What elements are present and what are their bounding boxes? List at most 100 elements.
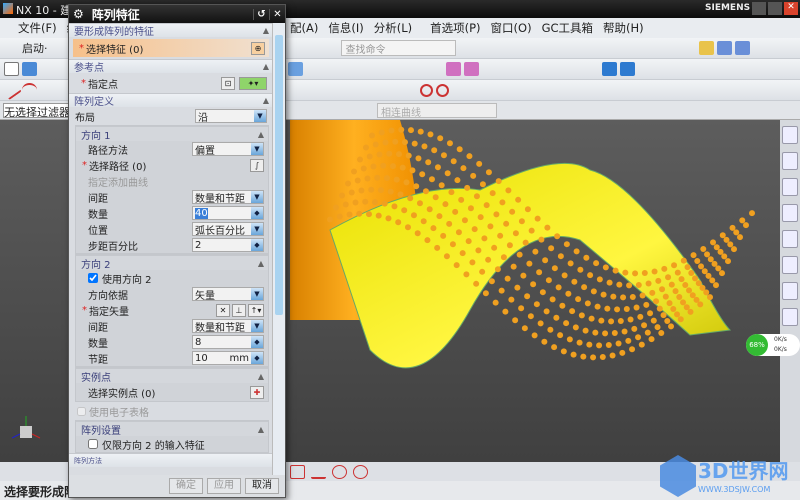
- stepper-icon[interactable]: ◆: [251, 352, 263, 364]
- feature-select-icon[interactable]: ⊕: [251, 41, 265, 55]
- point-type-dropdown[interactable]: ✦▾: [239, 76, 267, 90]
- view-icon[interactable]: [602, 62, 617, 76]
- collapse-icon[interactable]: ▲: [258, 372, 264, 381]
- menu-file[interactable]: 文件(F): [18, 20, 57, 36]
- line-icon[interactable]: [311, 465, 326, 479]
- navigator-tab[interactable]: [782, 126, 798, 144]
- reuse-library-tab[interactable]: [782, 204, 798, 222]
- collapse-icon[interactable]: ▲: [258, 259, 264, 268]
- menu-window[interactable]: 窗口(O): [491, 20, 532, 36]
- search-command-input[interactable]: 查找命令: [340, 40, 456, 56]
- menu-info[interactable]: 信息(I): [328, 20, 363, 36]
- roles-tab[interactable]: [782, 282, 798, 300]
- system-materials-tab[interactable]: [782, 308, 798, 326]
- sketch-icon[interactable]: [4, 62, 19, 76]
- position-dropdown[interactable]: 弧长百分比 ▼: [192, 222, 264, 237]
- surface-icon[interactable]: [734, 41, 750, 55]
- vector-type-dropdown[interactable]: ↑▾: [248, 303, 264, 317]
- only-dir2-checkbox[interactable]: [88, 439, 98, 449]
- chevron-down-icon[interactable]: ▼: [254, 110, 266, 122]
- snap-icon[interactable]: [290, 464, 305, 479]
- reverse-icon[interactable]: ✕: [216, 303, 230, 317]
- pattern-instance: [356, 210, 363, 217]
- feature-icon[interactable]: [698, 41, 714, 55]
- collapse-icon[interactable]: ▲: [263, 62, 269, 71]
- extrude-icon[interactable]: [288, 62, 303, 76]
- history-tab[interactable]: [782, 230, 798, 248]
- point-select-icon[interactable]: ✚: [250, 385, 264, 399]
- part-navigator-tab[interactable]: [782, 152, 798, 170]
- chevron-down-icon[interactable]: ▼: [251, 223, 263, 235]
- collapse-icon[interactable]: ▲: [258, 130, 264, 139]
- use-spreadsheet-checkbox[interactable]: [77, 406, 86, 416]
- circle-icon[interactable]: [436, 83, 449, 97]
- menu-assembly[interactable]: 配(A): [290, 20, 318, 36]
- assembly-navigator-tab[interactable]: [782, 178, 798, 196]
- menu-help[interactable]: 帮助(H): [603, 20, 644, 36]
- dialog-title-bar[interactable]: ⚙ 阵列特征 ↺ ✕: [69, 5, 285, 23]
- stepper-icon[interactable]: ◆: [251, 207, 263, 219]
- section-features[interactable]: 要形成阵列的特征 ▲: [69, 23, 273, 38]
- boolean-icon[interactable]: [464, 62, 479, 76]
- circle-icon[interactable]: [332, 464, 347, 479]
- stepper-icon[interactable]: ◆: [251, 336, 263, 348]
- section-definition[interactable]: 阵列定义 ▲: [69, 93, 273, 108]
- web-browser-tab[interactable]: [782, 256, 798, 274]
- chevron-down-icon[interactable]: ▼: [251, 143, 263, 155]
- selection-filter-dropdown[interactable]: 无选择过滤器: [3, 103, 69, 118]
- restore-button[interactable]: [768, 2, 782, 15]
- count-input[interactable]: 8 ◆: [192, 335, 264, 349]
- stepper-icon[interactable]: ◆: [251, 239, 263, 251]
- chevron-down-icon[interactable]: ▼: [251, 191, 263, 203]
- chevron-down-icon[interactable]: ▼: [251, 320, 263, 332]
- boolean-icon[interactable]: [446, 62, 461, 76]
- point-icon[interactable]: [353, 464, 368, 479]
- select-instance-label[interactable]: 选择实例点 (0): [88, 385, 155, 400]
- vector-dialog-icon[interactable]: ⊥: [232, 303, 246, 317]
- menu-analysis[interactable]: 分析(L): [374, 20, 412, 36]
- spacing-dropdown[interactable]: 数量和节距 ▼: [192, 319, 264, 334]
- specify-vector-label[interactable]: 指定矢量: [89, 303, 129, 318]
- apply-button[interactable]: 应用: [207, 478, 241, 494]
- pattern-instance: [570, 351, 577, 358]
- chevron-down-icon[interactable]: ▼: [251, 288, 263, 300]
- scrollbar-thumb[interactable]: [275, 35, 283, 315]
- section-ref-point[interactable]: 参考点 ▲: [69, 59, 273, 74]
- cancel-button[interactable]: 取消: [245, 478, 279, 494]
- select-path-label[interactable]: 选择路径 (0): [89, 158, 146, 173]
- dialog-scrollbar[interactable]: [272, 23, 285, 475]
- dialog-close-button[interactable]: ✕: [269, 8, 285, 20]
- spacing-dropdown[interactable]: 数量和节距 ▼: [192, 190, 264, 205]
- specify-point-row[interactable]: * 指定点 ⊡ ✦▾: [69, 73, 273, 93]
- gear-icon[interactable]: ⚙: [73, 7, 84, 21]
- collapse-icon[interactable]: ▲: [263, 96, 269, 105]
- pitch-input[interactable]: 10 mm ◆: [192, 351, 264, 365]
- curve-select-icon[interactable]: ∫: [250, 158, 264, 172]
- start-button[interactable]: 启动·: [22, 40, 48, 56]
- close-button[interactable]: ✕: [784, 2, 798, 15]
- pattern-instance: [686, 287, 693, 294]
- use-direction-2-checkbox[interactable]: [88, 273, 98, 283]
- line-icon[interactable]: [1, 79, 22, 101]
- reset-button[interactable]: ↺: [253, 8, 269, 20]
- point-dialog-icon[interactable]: ⊡: [221, 76, 235, 90]
- collapse-icon[interactable]: ▲: [258, 425, 264, 434]
- circle-icon[interactable]: [420, 83, 433, 97]
- direction-dropdown[interactable]: 矢量 ▼: [192, 287, 264, 302]
- select-feature-row[interactable]: * 选择特征 (0) ⊕: [73, 39, 269, 57]
- section-method[interactable]: 阵列方法: [69, 453, 273, 467]
- arc-icon[interactable]: [22, 83, 37, 97]
- menu-preferences[interactable]: 首选项(P): [430, 20, 480, 36]
- step-input[interactable]: 2 ◆: [192, 238, 264, 252]
- surface-icon[interactable]: [716, 41, 732, 55]
- menu-gc-toolbox[interactable]: GC工具箱: [542, 20, 593, 36]
- minimize-button[interactable]: [752, 2, 766, 15]
- curve-rule-dropdown[interactable]: 相连曲线: [377, 103, 497, 119]
- collapse-icon[interactable]: ▲: [263, 26, 269, 35]
- count-input[interactable]: 40 ◆: [192, 206, 264, 220]
- path-method-dropdown[interactable]: 偏置 ▼: [192, 142, 264, 157]
- layout-dropdown[interactable]: 沿 ▼: [195, 109, 267, 124]
- ok-button[interactable]: 确定: [169, 478, 203, 494]
- block-icon[interactable]: [22, 62, 37, 76]
- view-icon[interactable]: [620, 62, 635, 76]
